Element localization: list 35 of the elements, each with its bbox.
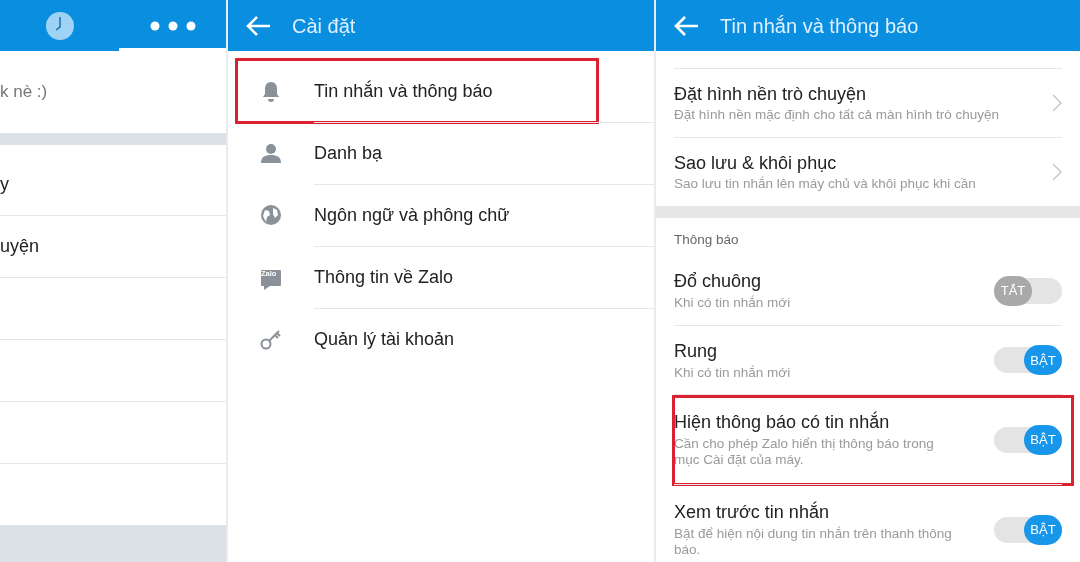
globe-icon	[260, 204, 282, 226]
setting-title[interactable]: Đặt hình nền trò chuyện	[674, 83, 1052, 105]
menu-item[interactable]: y	[0, 170, 9, 198]
toggle-thumb: BẬT	[1024, 345, 1062, 376]
setting-description: Sao lưu tin nhắn lên máy chủ và khôi phục khi cần	[674, 176, 977, 192]
setting-description: Đặt hình nền mặc định cho tất cả màn hình trò chuyện	[674, 107, 1000, 123]
setting-description: Cần cho phép Zalo hiển thị thông báo trong mục Cài đặt của máy.	[674, 436, 935, 469]
screen-title: Cài đặt	[292, 13, 356, 39]
screen-title: Tin nhắn và thông báo	[720, 13, 919, 39]
setting-title[interactable]: Sao lưu & khôi phục	[674, 152, 1052, 174]
bell-icon	[260, 80, 282, 102]
setting-title: Hiện thông báo có tin nhắn	[674, 411, 891, 434]
more-icon	[149, 20, 196, 31]
key-icon	[260, 328, 282, 350]
menu-item[interactable]: Thông tin về Zalo	[314, 264, 454, 291]
menu-item[interactable]: Ngôn ngữ và phông chữ	[314, 202, 510, 229]
setting-description: Khi có tin nhắn mới	[674, 364, 792, 381]
setting-title: Rung	[674, 339, 719, 362]
setting-description: Khi có tin nhắn mới	[674, 295, 792, 312]
toggle-thumb: BẬT	[1024, 424, 1062, 455]
menu-item[interactable]: Tin nhắn và thông báo	[314, 77, 493, 105]
toggle-thumb: BẬT	[1024, 514, 1062, 545]
person-icon	[260, 142, 282, 164]
setting-title: Đổ chuông	[674, 270, 763, 293]
back-arrow-icon[interactable]	[674, 14, 700, 37]
status-text: k nè :)	[0, 81, 48, 104]
menu-item[interactable]: Quản lý tài khoản	[314, 326, 455, 353]
menu-item[interactable]: Danh bạ	[314, 140, 383, 167]
section-label: Thông báo	[674, 231, 740, 249]
setting-description: Bật để hiện nội dung tin nhắn trên thanh thông báo.	[674, 526, 953, 559]
clock-icon	[44, 10, 75, 41]
setting-title: Xem trước tin nhắn	[674, 501, 830, 524]
back-arrow-icon[interactable]	[246, 14, 272, 37]
toggle-thumb: TẮT	[994, 275, 1032, 306]
menu-item[interactable]: uyện	[0, 233, 40, 260]
